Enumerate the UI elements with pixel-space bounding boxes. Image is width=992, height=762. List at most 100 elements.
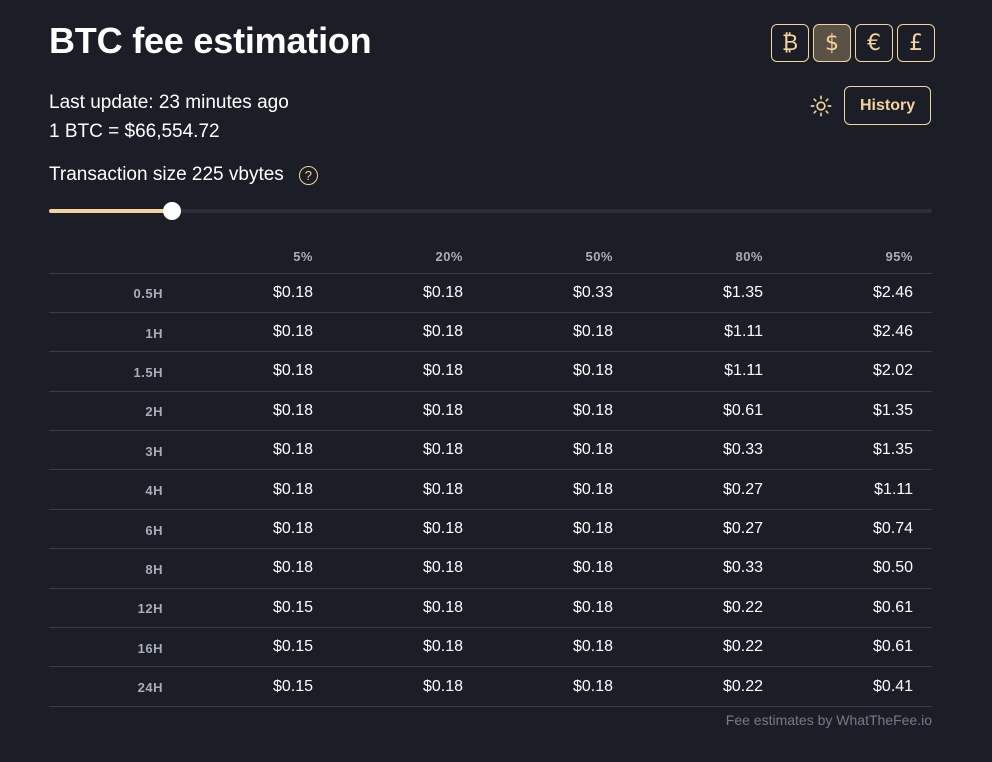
transaction-size-slider[interactable] (49, 201, 932, 221)
fee-cell: $0.18 (422, 362, 463, 380)
fee-cell: $0.18 (572, 520, 613, 538)
fee-cell: $0.18 (272, 441, 313, 459)
row-label: 3H (145, 443, 163, 459)
fee-cell: $0.18 (422, 401, 463, 419)
slider-track[interactable] (49, 209, 932, 213)
column-header: 95% (885, 249, 913, 265)
fee-cell: $0.18 (272, 362, 313, 380)
row-label: 16H (137, 640, 163, 656)
fee-cell: $0.18 (422, 283, 463, 301)
row-label: 1H (145, 325, 163, 341)
sun-icon[interactable] (810, 95, 832, 117)
fee-cell: $0.18 (272, 401, 313, 419)
table-row: 4H $0.18 $0.18 $0.18 $0.27 $1.11 (49, 469, 932, 509)
btc-rate-text: 1 BTC = $66,554.72 (49, 121, 220, 142)
fee-cell: $0.33 (722, 559, 763, 577)
page-title: BTC fee estimation (49, 20, 372, 61)
table-row: 6H $0.18 $0.18 $0.18 $0.27 $0.74 (49, 509, 932, 548)
fee-cell: $0.18 (572, 559, 613, 577)
fee-cell: $2.46 (872, 323, 913, 341)
row-label: 6H (145, 522, 163, 538)
table-row: 24H $0.15 $0.18 $0.18 $0.22 $0.41 (49, 666, 932, 707)
currency-button-btc[interactable]: ₿ (771, 24, 809, 62)
fee-cell: $0.15 (272, 638, 313, 656)
fee-cell: $0.22 (722, 638, 763, 656)
fee-cell: $0.18 (422, 323, 463, 341)
table-row: 0.5H $0.18 $0.18 $0.33 $1.35 $2.46 (49, 273, 932, 312)
row-label: 2H (145, 404, 163, 420)
table-row: 16H $0.15 $0.18 $0.18 $0.22 $0.61 (49, 627, 932, 667)
fee-cell: $0.18 (272, 283, 313, 301)
fee-cell: $0.18 (422, 520, 463, 538)
update-info: Last update: 23 minutes ago 1 BTC = $66,… (49, 88, 289, 146)
column-header: 5% (293, 249, 313, 265)
table-row: 1.5H $0.18 $0.18 $0.18 $1.11 $2.02 (49, 351, 932, 391)
currency-button-eur[interactable]: € (855, 24, 893, 62)
fee-cell: $0.22 (722, 598, 763, 616)
transaction-size-label: Transaction size 225 vbytes (49, 164, 284, 185)
fee-cell: $1.11 (724, 323, 763, 341)
column-header: 50% (585, 249, 613, 265)
table-row: 12H $0.15 $0.18 $0.18 $0.22 $0.61 (49, 588, 932, 627)
fee-cell: $0.18 (572, 638, 613, 656)
history-controls: History (810, 86, 932, 125)
currency-button-usd[interactable]: $ (813, 24, 851, 62)
fee-table: 5% 20% 50% 80% 95% 0.5H $0.18 $0.18 $0.33 $1… (49, 241, 932, 707)
table-header-row: 5% 20% 50% 80% 95% (49, 241, 932, 273)
fee-cell: $0.61 (872, 598, 913, 616)
slider-thumb[interactable] (162, 202, 181, 220)
fee-cell: $0.22 (722, 677, 763, 695)
table-row: 3H $0.18 $0.18 $0.18 $0.33 $1.35 (49, 430, 932, 470)
fee-cell: $0.27 (722, 480, 763, 498)
fee-cell: $2.46 (872, 283, 913, 301)
fee-cell: $0.18 (422, 480, 463, 498)
fee-cell: $0.18 (272, 520, 313, 538)
last-update-text: Last update: 23 minutes ago (49, 92, 289, 113)
fee-cell: $0.50 (872, 559, 913, 577)
fee-cell: $1.35 (722, 283, 763, 301)
fee-cell: $0.18 (422, 441, 463, 459)
currency-button-gbp[interactable]: £ (897, 24, 935, 62)
fee-cell: $0.18 (572, 441, 613, 459)
fee-cell: $0.33 (572, 283, 613, 301)
fee-cell: $0.18 (272, 480, 313, 498)
row-label: 4H (145, 483, 163, 499)
column-header: 80% (735, 249, 763, 265)
fee-cell: $0.18 (572, 480, 613, 498)
table-row: 1H $0.18 $0.18 $0.18 $1.11 $2.46 (49, 312, 932, 351)
fee-cell: $0.27 (722, 520, 763, 538)
fee-cell: $1.11 (724, 362, 763, 380)
fee-cell: $1.11 (874, 480, 913, 498)
row-label: 24H (137, 680, 163, 696)
fee-cell: $0.18 (422, 598, 463, 616)
history-button[interactable]: History (844, 86, 932, 125)
footer-credit: Fee estimates by WhatTheFee.io (725, 712, 932, 728)
fee-cell: $0.18 (572, 677, 613, 695)
fee-cell: $0.18 (422, 638, 463, 656)
fee-cell: $0.18 (572, 362, 613, 380)
fee-cell: $0.18 (272, 559, 313, 577)
fee-cell: $0.18 (572, 323, 613, 341)
currency-selector: ₿ $ € £ (771, 24, 935, 62)
row-label: 8H (145, 561, 163, 577)
fee-cell: $1.35 (872, 441, 913, 459)
fee-cell: $0.74 (872, 520, 913, 538)
fee-cell: $0.41 (872, 677, 913, 695)
fee-cell: $2.02 (872, 362, 913, 380)
fee-cell: $1.35 (872, 401, 913, 419)
fee-cell: $0.61 (872, 638, 913, 656)
fee-cell: $0.15 (272, 598, 313, 616)
row-label: 12H (137, 601, 163, 617)
slider-fill (49, 209, 172, 213)
fee-cell: $0.18 (422, 677, 463, 695)
row-label: 1.5H (133, 364, 163, 380)
table-row: 8H $0.18 $0.18 $0.18 $0.33 $0.50 (49, 548, 932, 588)
column-header: 20% (435, 249, 463, 265)
fee-cell: $0.15 (272, 677, 313, 695)
fee-cell: $0.33 (722, 441, 763, 459)
transaction-size: Transaction size 225 vbytes ? (49, 164, 318, 186)
fee-cell: $0.18 (422, 559, 463, 577)
help-icon[interactable]: ? (298, 165, 318, 185)
fee-cell: $0.18 (272, 323, 313, 341)
fee-cell: $0.18 (572, 598, 613, 616)
